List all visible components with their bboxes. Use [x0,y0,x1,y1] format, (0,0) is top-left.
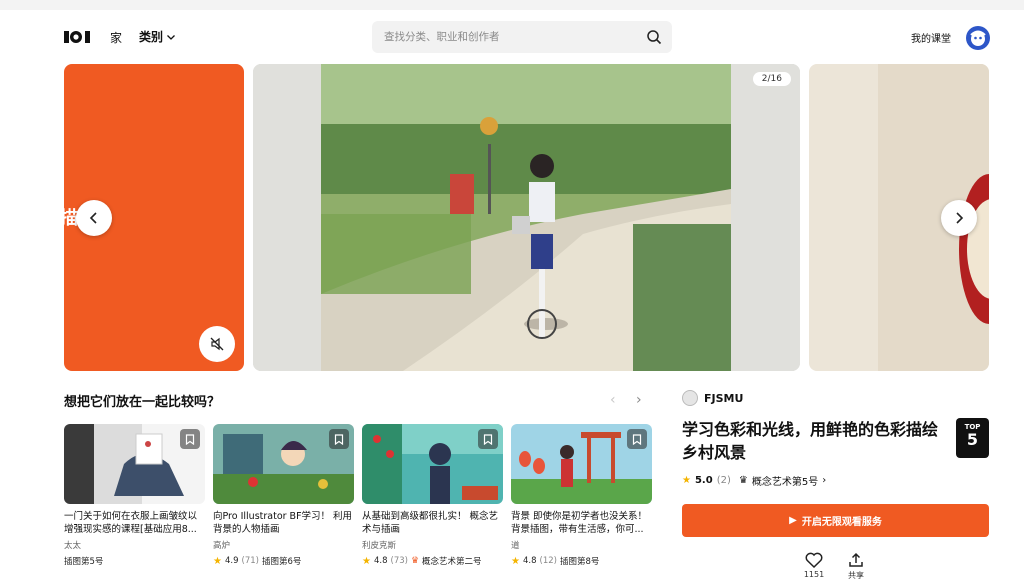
play-icon: ▶ [789,515,797,526]
avatar[interactable] [966,26,990,50]
bookmark-button[interactable] [627,429,647,449]
star-icon: ★ [213,555,222,567]
bookmark-icon [185,433,195,445]
course-thumbnail [511,424,652,504]
course-card[interactable]: 向Pro Illustrator BF学习！ 利用背景的人物插画 高炉 ★ 4.… [213,424,354,567]
course-card[interactable]: 一门关于如何在衣服上画皱纹以增强现实感的课程[基础应用8... 太太 插图第5号 [64,424,205,567]
top-rank-badge: TOP 5 [956,418,989,458]
nav-categories[interactable]: 类别 [139,28,176,45]
course-thumbnail [64,424,205,504]
carousel-prev-button[interactable] [76,200,112,236]
chevron-right-icon [956,212,964,224]
compare-next-button[interactable]: › [636,392,642,408]
search-icon[interactable] [646,29,662,45]
instructor-link[interactable]: FJSMU [682,390,743,406]
slide-counter: 2/16 [752,72,791,86]
logo-icon[interactable] [64,30,92,44]
bookmark-icon [483,433,493,445]
course-meta: ★ 4.8 (73) ♛ 概念艺术第二号 [362,555,503,568]
like-button[interactable]: 1151 [799,552,829,579]
course-title: 向Pro Illustrator BF学习！ 利用背景的人物插画 [213,511,353,535]
course-rank: 插图第5号 [64,557,104,567]
course-rank: 插图第8号 [559,557,600,567]
detail-rank-link[interactable]: 概念艺术第5号 [752,473,818,488]
compare-section-title: 想把它们放在一起比较吗？ [64,395,221,410]
share-label: 共享 [848,571,864,580]
chevron-left-icon [89,212,97,224]
top-strip [0,0,1024,10]
detail-review-count: (2) [716,475,731,486]
instructor-name: FJSMU [704,391,744,405]
bookmark-icon [334,433,344,445]
bookmark-button[interactable] [180,429,200,449]
star-icon: ★ [362,555,371,567]
mute-button[interactable] [199,326,235,362]
nav-categories-label: 类别 [139,30,164,44]
header: 家 类别 我的课堂 [0,10,1024,64]
compare-prev-button[interactable]: ‹ [610,392,616,408]
detail-rating: 5.0 [694,475,713,486]
course-main-title: 学习色彩和光线，用鲜艳的色彩描绘乡村风景 [682,420,939,462]
course-rank: 插图第6号 [261,557,302,567]
chevron-down-icon [167,34,175,40]
course-card[interactable]: 背景 即使你是初学者也没关系！ 背景插图，带有生活感，你可... 道 ★ 4.8… [511,424,652,567]
top-badge-number: 5 [966,430,979,449]
course-title: 背景 即使你是初学者也没关系！ 背景插图，带有生活感，你可... [511,511,648,535]
course-author: 高炉 [213,541,231,551]
share-icon [849,552,863,567]
course-review-count: (73) [390,556,408,566]
chevron-right-icon: › [822,475,827,486]
course-rating: 4.9 [224,556,239,566]
mute-icon [210,337,224,351]
course-rank: 概念艺术第二号 [422,557,482,567]
carousel-card-current[interactable]: 2/16 [253,64,800,371]
carousel-next-button[interactable] [941,200,977,236]
course-meta: 插图第5号 [64,555,205,567]
my-classroom-link[interactable]: 我的课堂 [911,30,951,45]
course-rating: 4.8 [522,556,537,566]
star-icon: ★ [682,475,691,486]
course-meta: ★ 4.8 (12) 插图第8号 [511,555,652,568]
course-review-count: (12) [539,556,557,566]
like-count: 1151 [803,570,825,579]
subscribe-label: 开启无限观看服务 [801,517,882,528]
share-button[interactable]: 共享 [841,552,871,581]
bookmark-icon [632,433,642,445]
course-thumbnail [213,424,354,504]
course-thumbnail [362,424,503,504]
course-title: 从基础到高级都很扎实！ 概念艺术与插画 [362,511,499,535]
search-bar [372,21,672,53]
course-author: 太太 [64,541,82,551]
featured-artwork-image [253,64,800,371]
crown-icon: ♛ [738,475,748,486]
instructor-avatar [682,390,698,406]
subscribe-button[interactable]: ▶ 开启无限观看服务 [682,504,989,537]
crown-icon: ♛ [410,556,420,566]
course-review-count: (71) [241,556,259,566]
star-icon: ★ [511,555,520,567]
course-title: 一门关于如何在衣服上画皱纹以增强现实感的课程[基础应用8... [64,511,198,535]
course-rating: 4.8 [373,556,388,566]
search-input[interactable] [372,21,632,53]
user-avatar-icon [970,30,986,46]
detail-rating-row: ★ 5.0 (2) ♛ 概念艺术第5号 › [682,473,826,488]
nav-home[interactable]: 家 [110,29,122,46]
bookmark-button[interactable] [478,429,498,449]
heart-icon [805,552,823,568]
course-meta: ★ 4.9 (71) 插图第6号 [213,555,354,568]
course-author: 利皮克斯 [362,541,397,551]
course-author: 道 [511,541,520,551]
bookmark-button[interactable] [329,429,349,449]
course-card[interactable]: 从基础到高级都很扎实！ 概念艺术与插画 利皮克斯 ★ 4.8 (73) ♛ 概念… [362,424,503,567]
